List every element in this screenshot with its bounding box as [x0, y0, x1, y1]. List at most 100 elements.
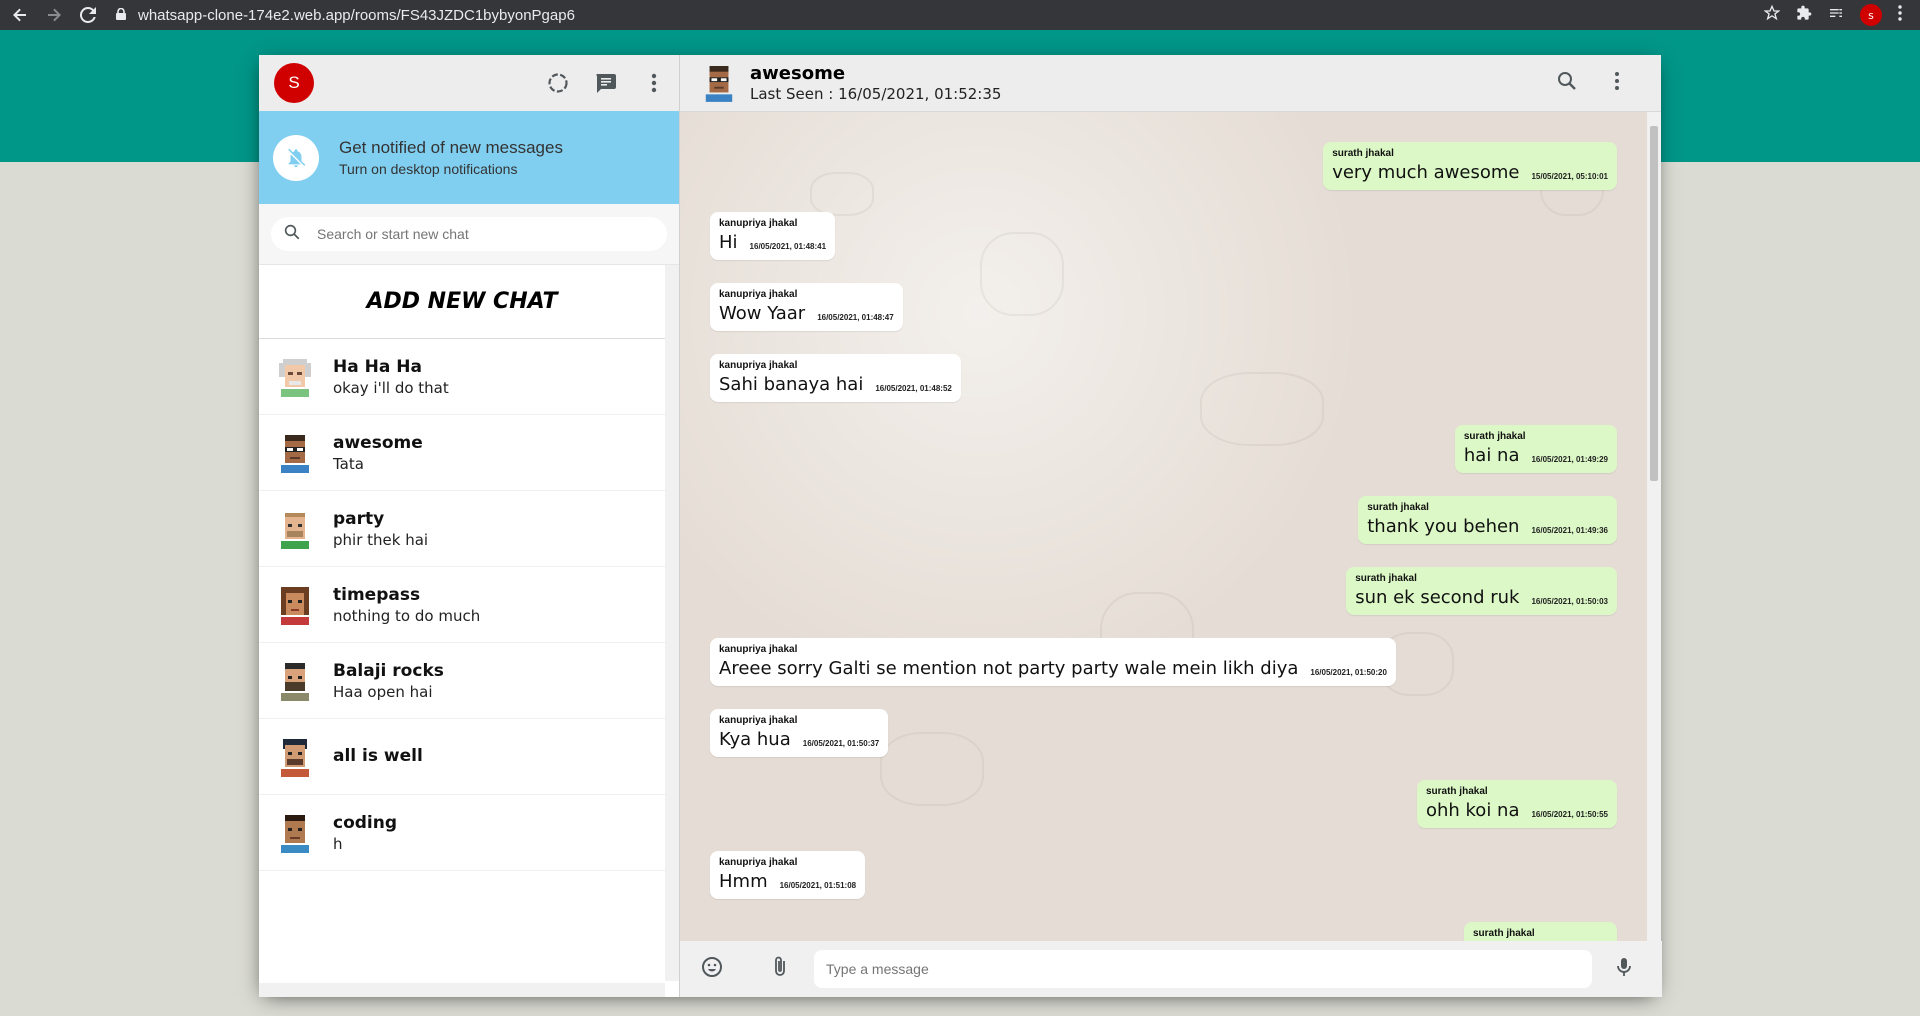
- chat-last-message: Haa open hai: [333, 682, 433, 701]
- message-bubble: kanupriya jhakal Kya hua 16/05/2021, 01:5…: [710, 709, 889, 757]
- add-new-chat-button[interactable]: ADD NEW CHAT: [259, 265, 665, 339]
- message-bubble: kanupriya jhakal Wow Yaar 16/05/2021, 01:…: [710, 283, 903, 331]
- message-sender: surath jhakal: [1473, 928, 1535, 939]
- search-box: [271, 217, 667, 251]
- room-avatar-party: [281, 512, 309, 549]
- chat-last-message: phir thek hai: [333, 530, 429, 549]
- bell-off-icon: [273, 134, 319, 181]
- message-sender: surath jhakal: [1367, 502, 1429, 513]
- attach-icon[interactable]: [768, 955, 792, 983]
- chat-avatar[interactable]: [702, 64, 736, 102]
- message-bubble: kanupriya jhakal Sahi banaya hai 16/05/20…: [710, 354, 961, 402]
- chat-name: Balaji rocks: [333, 660, 444, 681]
- chat-item-all-is-well[interactable]: all is well: [259, 719, 665, 795]
- message-sender: surath jhakal: [1463, 431, 1526, 442]
- message-time: 16/05/2021, 01:51:08: [779, 881, 857, 890]
- message-sender: surath jhakal: [1332, 148, 1394, 159]
- sidebar-header: S: [259, 55, 679, 111]
- sidebar: S Get notified of new messages Turn on d…: [259, 55, 680, 997]
- browser-profile-avatar[interactable]: s: [1860, 4, 1882, 26]
- chat-name: timepass: [333, 584, 421, 605]
- address-bar[interactable]: whatsapp-clone-174e2.web.app/rooms/FS43J…: [116, 7, 575, 24]
- reading-list-icon[interactable]: [1828, 5, 1844, 25]
- chat-item-timepass[interactable]: timepass nothing to do much: [259, 567, 665, 643]
- notification-banner[interactable]: Get notified of new messages Turn on des…: [259, 111, 679, 204]
- message-text: Areee sorry Galti se mention not party p…: [719, 658, 1299, 679]
- search-icon[interactable]: [1555, 69, 1579, 97]
- message-bubble: surath jhakal hai na 16/05/2021, 01:49:29: [1454, 425, 1617, 473]
- app-window: S Get notified of new messages Turn on d…: [259, 55, 1662, 997]
- message-composer: [680, 941, 1662, 997]
- chat-last-message: nothing to do much: [333, 606, 481, 625]
- chat-last-message: Tata: [333, 454, 364, 473]
- search-icon: [283, 223, 301, 245]
- message-time: 16/05/2021, 01:49:36: [1531, 526, 1608, 535]
- message-text: Hi: [719, 232, 738, 253]
- chat-last-message: h: [333, 834, 343, 853]
- message-text: very much awesome: [1332, 162, 1520, 183]
- message-text: sun ek second ruk: [1355, 587, 1520, 608]
- chat-item-party[interactable]: party phir thek hai: [259, 491, 665, 567]
- message-area: surath jhakal very much awesome 15/05/202…: [680, 112, 1661, 941]
- chat-name: coding: [333, 812, 398, 833]
- reload-icon[interactable]: [74, 1, 102, 29]
- chat-scrollbar[interactable]: [1647, 112, 1661, 941]
- back-icon[interactable]: [6, 1, 34, 29]
- message-sender: kanupriya jhakal: [719, 857, 798, 868]
- message-time: 16/05/2021, 01:50:20: [1310, 668, 1387, 677]
- message-time: 16/05/2021, 01:50:55: [1531, 810, 1608, 819]
- chat-room-name: awesome: [750, 63, 846, 84]
- star-icon[interactable]: [1763, 4, 1781, 25]
- sidebar-scrollbar[interactable]: [665, 265, 679, 981]
- sidebar-horizontal-scrollbar[interactable]: [259, 983, 665, 997]
- chat-item-awesome[interactable]: awesome Tata: [259, 415, 665, 491]
- status-icon[interactable]: [544, 69, 572, 97]
- message-sender: kanupriya jhakal: [719, 360, 798, 371]
- new-chat-icon[interactable]: [592, 69, 620, 97]
- lock-icon: [116, 7, 126, 24]
- message-sender: kanupriya jhakal: [719, 644, 798, 655]
- room-avatar-ha-ha-ha: [279, 358, 311, 397]
- message-sender: surath jhakal: [1425, 786, 1488, 797]
- chat-panel: awesome Last Seen : 16/05/2021, 01:52:35: [680, 55, 1662, 997]
- chat-item-balaji-rocks[interactable]: Balaji rocks Haa open hai: [259, 643, 665, 719]
- notification-subtitle[interactable]: Turn on desktop notifications: [339, 161, 563, 177]
- message-text: ohh koi na: [1425, 800, 1520, 821]
- message-input[interactable]: [824, 960, 1568, 978]
- room-avatar-all-is-well: [281, 738, 309, 777]
- room-avatar-awesome: [281, 434, 309, 473]
- search-input[interactable]: [315, 225, 639, 243]
- message-text: Hmm: [719, 871, 768, 892]
- room-avatar-coding: [281, 814, 309, 853]
- message-text: Sahi banaya hai: [719, 374, 864, 395]
- last-seen: Last Seen : 16/05/2021, 01:52:35: [750, 85, 1002, 103]
- user-avatar[interactable]: S: [274, 63, 314, 103]
- chat-name: awesome: [333, 432, 423, 453]
- extensions-icon[interactable]: [1796, 5, 1812, 25]
- message-time: 16/05/2021, 01:48:41: [749, 242, 827, 251]
- emoji-icon[interactable]: [700, 955, 724, 983]
- more-options-icon[interactable]: [640, 69, 668, 97]
- message-bubble: surath jhakal sun ek second ruk 16/05/202…: [1346, 567, 1617, 615]
- background-doodle: [1200, 372, 1324, 446]
- chat-name: Ha Ha Ha: [333, 356, 422, 377]
- browser-toolbar: whatsapp-clone-174e2.web.app/rooms/FS43J…: [0, 0, 1920, 30]
- scrollbar-thumb[interactable]: [1650, 126, 1658, 481]
- forward-icon[interactable]: [40, 1, 68, 29]
- message-bubble: surath jhakal: [1464, 922, 1617, 941]
- message-bubble: surath jhakal thank you behen 16/05/2021,…: [1358, 496, 1617, 544]
- chat-item-coding[interactable]: coding h: [259, 795, 665, 871]
- message-text: hai na: [1463, 445, 1520, 466]
- message-time: 16/05/2021, 01:49:29: [1531, 455, 1608, 464]
- browser-menu-icon[interactable]: [1898, 5, 1902, 25]
- chat-list: ADD NEW CHAT Ha Ha Ha okay i'll do that a…: [259, 265, 665, 981]
- background-doodle: [810, 172, 874, 216]
- chat-header: awesome Last Seen : 16/05/2021, 01:52:35: [680, 55, 1661, 112]
- room-avatar-timepass: [281, 586, 309, 625]
- message-bubble: kanupriya jhakal Areee sorry Galti se me…: [710, 638, 1396, 686]
- more-options-icon[interactable]: [1605, 69, 1629, 97]
- chat-item-ha-ha-ha[interactable]: Ha Ha Ha okay i'll do that: [259, 339, 665, 415]
- message-time: 16/05/2021, 01:50:37: [802, 739, 880, 748]
- message-bubble: kanupriya jhakal Hi 16/05/2021, 01:48:41: [710, 212, 836, 260]
- microphone-icon[interactable]: [1612, 955, 1636, 983]
